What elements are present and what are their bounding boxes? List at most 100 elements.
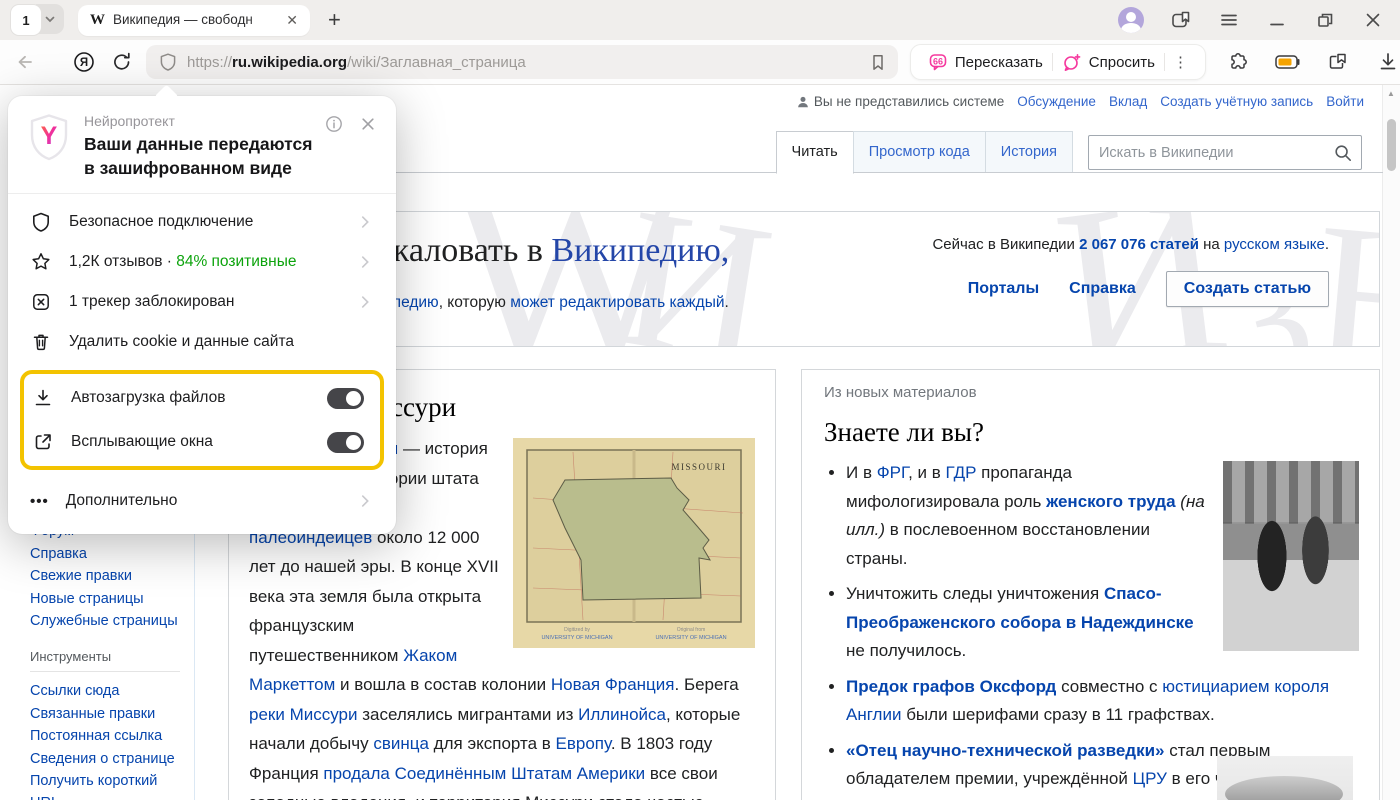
missouri-map-image[interactable]: MISSOURI Digitized by Original from UNIV… [513,438,755,648]
browser-tab-wikipedia[interactable]: W Википедия — свободн ✕ [78,5,310,36]
maximize-restore-icon[interactable] [1314,9,1336,31]
portals-link[interactable]: Порталы [968,280,1039,298]
sidebar-link[interactable]: Связанные правки [30,704,184,726]
create-article-button[interactable]: Создать статью [1166,271,1329,307]
inline-link[interactable]: реки Миссури [249,705,357,724]
did-you-know-box: Из новых материалов Знаете ли вы? И в ФР… [801,369,1380,800]
svg-text:66: 66 [933,56,943,66]
positive-reviews-value: 84% позитивные [176,253,296,270]
text-segment: Сейчас в Википедии [932,236,1079,253]
wiki-page-tab[interactable]: Просмотр кода [853,131,986,172]
personal-link[interactable]: Обсуждение [1017,94,1096,109]
retell-button[interactable]: 66 Пересказать [919,52,1052,72]
popup-headline-line1: Ваши данные передаются [84,132,312,156]
popup-windows-toggle[interactable] [327,432,364,453]
personal-link[interactable]: Создать учётную запись [1160,94,1313,109]
scrollbar-thumb[interactable] [1387,119,1396,171]
autodownload-toggle[interactable] [327,388,364,409]
sidebar-link[interactable]: Сведения о странице [30,749,184,771]
inline-link[interactable]: может редактировать [510,294,665,311]
ask-button[interactable]: Спросить [1053,52,1164,72]
address-bar[interactable]: https://ru.wikipedia.org/wiki/Заглавная_… [146,45,898,79]
close-window-icon[interactable] [1362,9,1384,31]
inline-link[interactable]: русском языке [1224,236,1325,253]
downloads-icon[interactable] [1376,50,1400,74]
dyk-photo-women-rubble[interactable] [1223,461,1359,651]
pill-overflow-icon[interactable]: ⋮ [1165,53,1197,71]
inline-link[interactable]: ЦРУ [1133,769,1167,788]
autodownload-row[interactable]: Автозагрузка файлов [24,376,380,420]
menu-icon[interactable] [1218,9,1240,31]
tab-close-icon[interactable]: ✕ [282,12,302,29]
battery-icon[interactable] [1274,51,1302,73]
wiki-page-tab[interactable]: Читать [776,131,854,174]
inline-link[interactable]: свинца [373,734,429,753]
reviews-row[interactable]: 1,2К отзывов · 84% позитивные [8,242,396,282]
page-scrollbar[interactable]: ▲ [1382,85,1400,800]
scroll-up-arrow-icon[interactable]: ▲ [1387,89,1395,98]
sidebar-link[interactable]: Ссылки сюда [30,681,184,703]
personal-bar: Вы не представились системе ОбсуждениеВк… [796,94,1364,109]
help-link[interactable]: Справка [1069,280,1136,298]
side-panel-icon[interactable] [1170,9,1192,31]
svg-text:Original from: Original from [677,627,706,633]
wiki-page-tab[interactable]: История [985,131,1073,172]
more-dots-icon: ••• [30,493,49,510]
sidebar-link[interactable]: Новые страницы [30,589,184,611]
tracker-blocked-row[interactable]: 1 трекер заблокирован [8,282,396,322]
url-text: https://ru.wikipedia.org/wiki/Заглавная_… [187,54,868,71]
text-segment: были шерифами сразу в 11 графствах. [901,705,1214,724]
text-segment: заселялись мигрантами из [357,705,578,724]
sidebar-link[interactable]: Служебные страницы [30,611,184,633]
close-popup-icon[interactable] [358,114,378,134]
inline-link[interactable]: ГДР [946,463,977,482]
minimize-icon[interactable] [1266,9,1288,31]
sidebar-link[interactable]: Постоянная ссылка [30,726,184,748]
info-icon[interactable] [324,114,344,134]
inline-link[interactable]: Предок графов Оксфорд [846,677,1056,696]
dyk-bullet: Предок графов Оксфорд совместно с юстици… [846,673,1359,730]
sidebar-link[interactable]: Получить короткий URL [30,771,184,800]
new-tab-button[interactable]: + [322,10,347,30]
personal-link[interactable]: Вклад [1109,94,1147,109]
search-icon[interactable] [1333,143,1353,163]
popup-brand: Нейропротект [84,113,312,129]
inline-link[interactable]: Иллинойса [578,705,666,724]
inline-link[interactable]: каждый [670,294,725,311]
welcome-banner: WИЙЗН Добро пожаловать в Википедию, своб… [228,211,1380,347]
wiki-page-tabs: ЧитатьПросмотр кодаИстория [777,131,1073,174]
search-input[interactable] [1089,145,1333,161]
text-segment: . [1325,236,1329,253]
personal-link[interactable]: Войти [1326,94,1364,109]
wiki-search-box[interactable] [1088,135,1362,170]
protect-shield-icon[interactable] [158,52,178,72]
popup-windows-row[interactable]: Всплывающие окна [24,420,380,464]
back-icon[interactable] [14,51,36,73]
more-settings-row[interactable]: ••• Дополнительно [8,480,396,522]
trash-icon [30,331,52,353]
inline-link[interactable]: ФРГ [877,463,908,482]
secure-connection-label: Безопасное подключение [69,213,339,231]
inline-link[interactable]: женского труда [1046,492,1175,511]
inline-link[interactable]: 2 067 076 статей [1079,236,1199,253]
collections-icon[interactable] [1326,50,1350,74]
secure-connection-row[interactable]: Безопасное подключение [8,202,396,242]
tracker-blocked-icon [30,291,52,313]
delete-cookies-row[interactable]: Удалить cookie и данные сайта [8,322,396,362]
refresh-icon[interactable] [110,50,134,74]
inline-link[interactable]: «Отец научно-технической разведки» [846,741,1165,760]
wikipedia-link[interactable]: Википедию, [551,232,729,269]
dyk-photo-dirigible[interactable] [1217,756,1353,800]
yandex-home-icon[interactable]: Я [72,50,96,74]
url-scheme: https:// [187,54,232,71]
tab-counter-button[interactable]: 1 [10,4,42,36]
sidebar-link[interactable]: Справка [30,544,184,566]
profile-avatar[interactable] [1118,7,1144,33]
inline-link[interactable]: Новая Франция [551,675,675,694]
extensions-puzzle-icon[interactable] [1226,50,1250,74]
sidebar-link[interactable]: Свежие правки [30,566,184,588]
inline-link[interactable]: продала Соединённым Штатам Америки [323,764,645,783]
inline-link[interactable]: Европу [556,734,611,753]
bookmark-icon[interactable] [868,52,888,72]
sidebar-tools-header: Инструменты [30,646,180,673]
